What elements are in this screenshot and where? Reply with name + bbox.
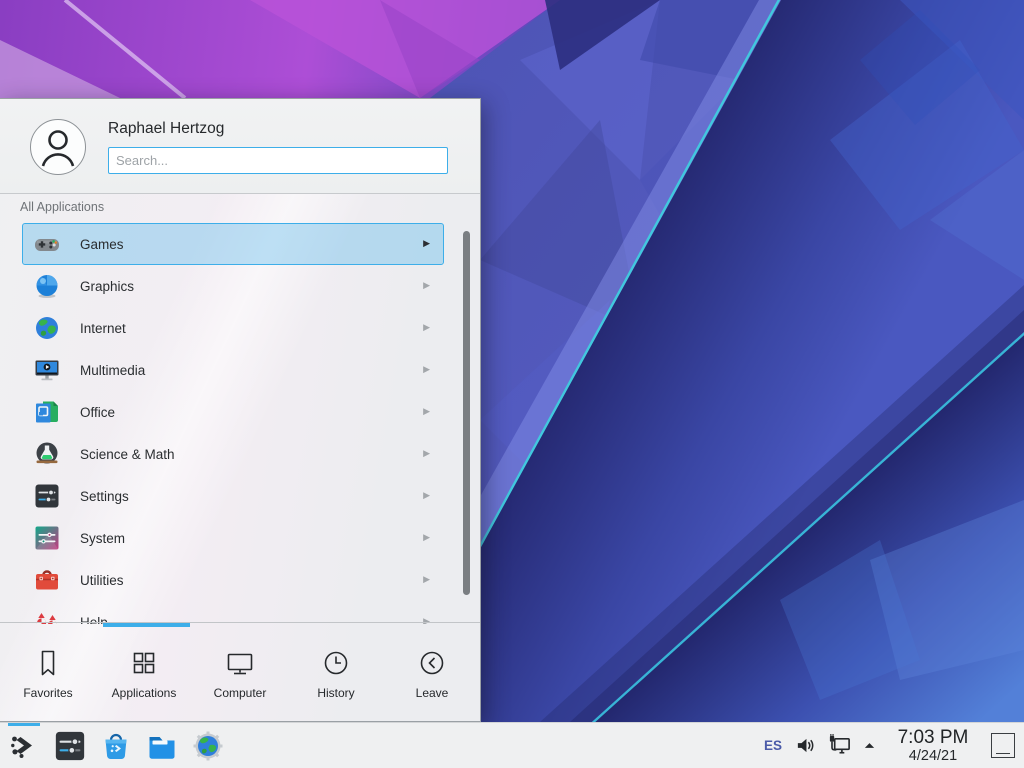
app-grid-icon: [128, 647, 160, 679]
category-row-office[interactable]: Office ▶: [22, 391, 444, 433]
tab-favorites[interactable]: Favorites: [0, 623, 96, 721]
globe-icon: [34, 315, 60, 341]
dolphin-launcher-icon[interactable]: [146, 730, 178, 762]
browser-launcher-icon[interactable]: [192, 730, 224, 762]
section-label: All Applications: [20, 200, 104, 214]
discover-launcher-icon[interactable]: [100, 730, 132, 762]
tab-applications[interactable]: Applications: [96, 623, 192, 721]
submenu-arrow-icon: ▶: [423, 574, 430, 585]
taskbar: ES: [0, 722, 1024, 768]
user-name: Raphael Hertzog: [108, 120, 224, 138]
tabs: Favorites Applications Computer History …: [0, 623, 480, 721]
system-tray: ES: [764, 723, 1024, 768]
settings-sliders-icon: [34, 483, 60, 509]
computer-monitor-icon: [224, 647, 256, 679]
show-desktop-button[interactable]: [991, 733, 1015, 758]
submenu-arrow-icon: ▶: [423, 280, 430, 291]
category-row-games[interactable]: Games ▶: [22, 223, 444, 265]
tab-history[interactable]: History: [288, 623, 384, 721]
history-clock-icon: [320, 647, 352, 679]
science-flask-icon: [34, 441, 60, 467]
expand-tray-icon[interactable]: [863, 739, 876, 752]
taskbar-launchers: [8, 723, 224, 768]
active-tab-indicator: [103, 623, 190, 627]
launcher-header: Raphael Hertzog: [0, 99, 480, 194]
clock-date: 4/24/21: [909, 748, 957, 764]
graphics-ball-icon: [34, 273, 60, 299]
system-sliders-icon: [34, 525, 60, 551]
submenu-arrow-icon: ▶: [423, 322, 430, 333]
category-row-graphics[interactable]: Graphics ▶: [22, 265, 444, 307]
category-row-system[interactable]: System ▶: [22, 517, 444, 559]
submenu-arrow-icon: ▶: [423, 238, 430, 249]
application-launcher-panel: Raphael Hertzog All Applications Games ▶…: [0, 98, 481, 722]
office-document-icon: [34, 399, 60, 425]
submenu-arrow-icon: ▶: [423, 448, 430, 459]
submenu-arrow-icon: ▶: [423, 532, 430, 543]
desktop: Raphael Hertzog All Applications Games ▶…: [0, 0, 1024, 768]
user-avatar[interactable]: [30, 119, 86, 175]
keyboard-layout-indicator[interactable]: ES: [764, 738, 782, 753]
category-row-settings[interactable]: Settings ▶: [22, 475, 444, 517]
category-row-multimedia[interactable]: Multimedia ▶: [22, 349, 444, 391]
leave-circle-icon: [416, 647, 448, 679]
network-icon[interactable]: [827, 733, 852, 758]
multimedia-monitor-icon: [34, 357, 60, 383]
category-row-help[interactable]: Help ▶: [22, 601, 444, 624]
submenu-arrow-icon: ▶: [423, 406, 430, 417]
gamepad-icon: [34, 231, 60, 257]
tab-computer[interactable]: Computer: [192, 623, 288, 721]
category-row-utilities[interactable]: Utilities ▶: [22, 559, 444, 601]
volume-icon[interactable]: [795, 735, 816, 756]
bookmark-icon: [32, 647, 64, 679]
category-list: Games ▶ Graphics ▶ Internet ▶ Multimedia…: [0, 223, 480, 624]
clock-time: 7:03 PM: [898, 728, 969, 748]
category-row-internet[interactable]: Internet ▶: [22, 307, 444, 349]
tab-leave[interactable]: Leave: [384, 623, 480, 721]
utilities-toolbox-icon: [34, 567, 60, 593]
scrollbar[interactable]: [463, 231, 470, 595]
launcher-tab-bar: Favorites Applications Computer History …: [0, 622, 480, 721]
submenu-arrow-icon: ▶: [423, 364, 430, 375]
search-input[interactable]: [108, 147, 448, 174]
kickoff-launcher-icon[interactable]: [8, 730, 40, 762]
system-settings-launcher-icon[interactable]: [54, 730, 86, 762]
category-row-science-math[interactable]: Science & Math ▶: [22, 433, 444, 475]
digital-clock[interactable]: 7:03 PM 4/24/21: [891, 728, 975, 764]
submenu-arrow-icon: ▶: [423, 490, 430, 501]
